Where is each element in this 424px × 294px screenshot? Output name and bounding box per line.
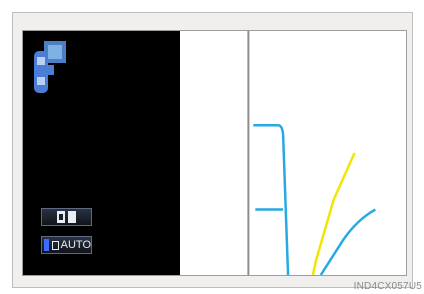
split-view-icon [56, 211, 77, 223]
distance-guide-line-blue-left [253, 123, 290, 275]
auto-mode-icon [44, 239, 50, 251]
camera-guide-view [247, 31, 376, 275]
camera-display: AUTO [22, 30, 407, 276]
camera-frame-icon [52, 240, 59, 250]
split-view-button[interactable] [41, 208, 92, 226]
figure-caption: IND4CX057U5 [353, 281, 422, 292]
auto-mode-button[interactable]: AUTO [41, 236, 92, 254]
auto-mode-label: AUTO [60, 239, 91, 251]
left-control-panel: AUTO [23, 31, 180, 275]
vehicle-top-view-icon [34, 41, 66, 93]
